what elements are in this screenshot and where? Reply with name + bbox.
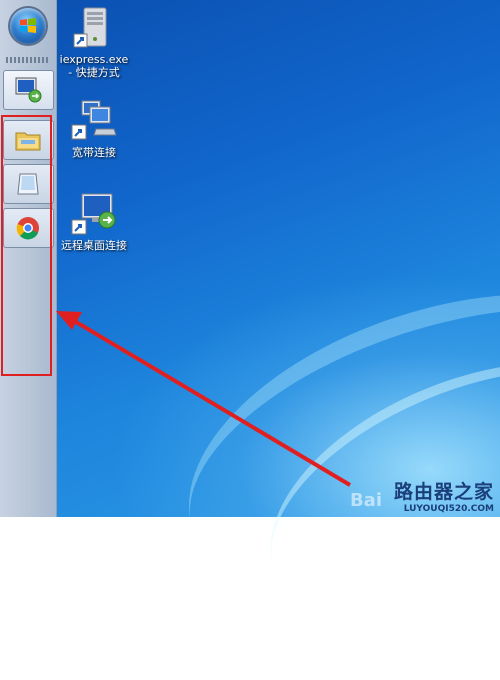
watermark-url: LUYOUQI520.COM (403, 504, 494, 514)
watermark-title: 路由器之家 (393, 481, 494, 503)
watermark-logo: Bai (349, 490, 382, 511)
watermark: 路由器之家 LUYOUQI520.COM (394, 477, 494, 514)
annotation-arrow-icon (56, 311, 352, 487)
